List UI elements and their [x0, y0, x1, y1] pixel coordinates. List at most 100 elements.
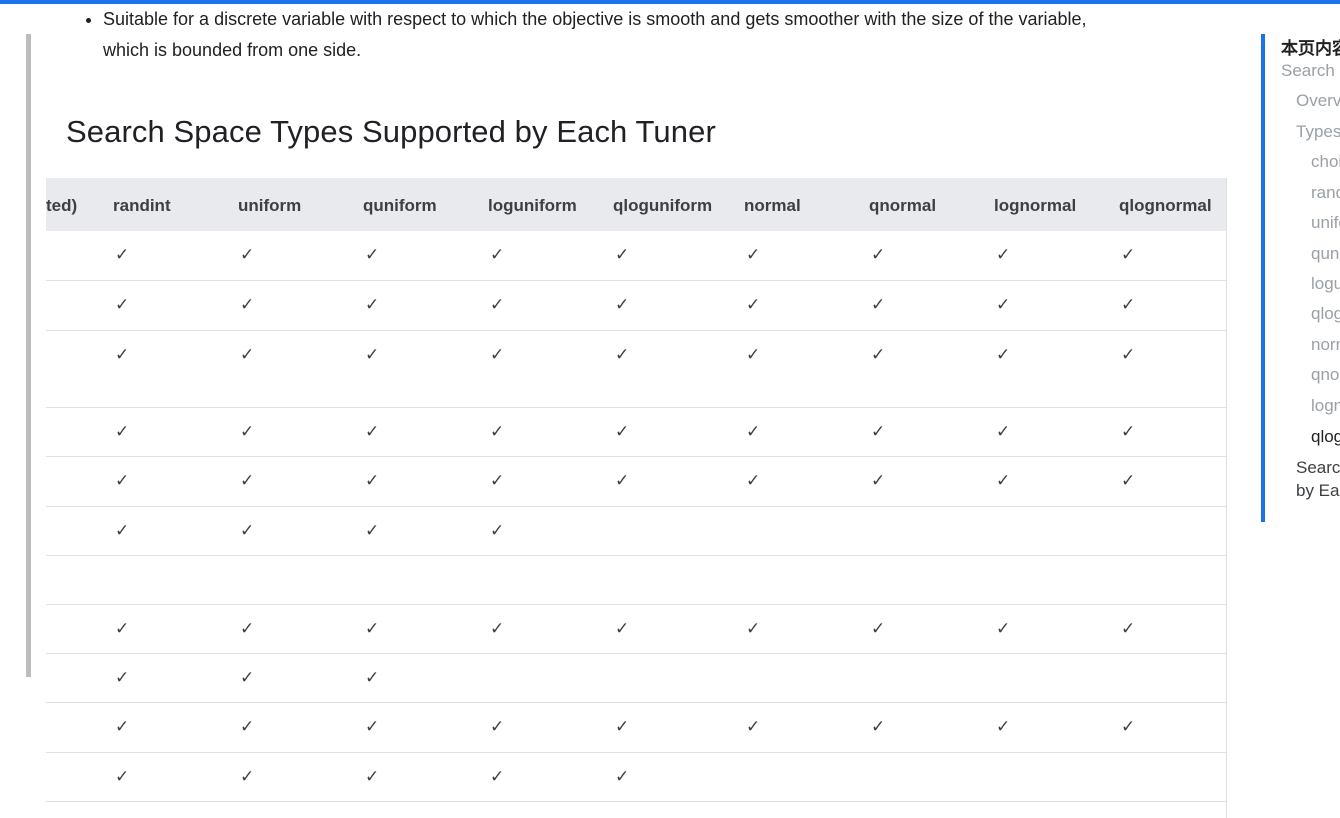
toc-item[interactable]: by Each Tuner: [1296, 481, 1340, 501]
check-mark-icon: ✓: [871, 245, 886, 265]
section-heading: Search Space Types Supported by Each Tun…: [66, 114, 716, 149]
check-mark-icon: ✓: [490, 520, 505, 541]
support-cell: [1119, 555, 1226, 605]
support-cell: ✓: [994, 456, 1119, 507]
tuner-support-table-container[interactable]: ted) randint uniform quniform loguniform qlog…: [46, 178, 1227, 818]
support-cell: ✓: [744, 231, 869, 281]
column-header-9: qlognormal: [1119, 178, 1226, 231]
content-scroll-indicator: [26, 34, 31, 677]
check-mark-icon: ✓: [490, 618, 505, 639]
support-cell: ✓: [613, 456, 744, 507]
check-mark-icon: ✓: [490, 716, 505, 737]
support-cell: [1119, 653, 1226, 703]
support-cell: ✓: [238, 604, 363, 654]
support-cell: ✓: [238, 702, 363, 753]
support-cell: ✓: [363, 604, 488, 654]
check-mark-icon: ✓: [240, 520, 255, 541]
column-header-label: quniform: [363, 195, 437, 215]
tuner-name-cell: [46, 604, 113, 654]
support-cell: ✓: [113, 653, 238, 703]
table-row: ✓ ✓ ✓ ✓ ✓ ✓ ✓ ✓ ✓: [46, 456, 1226, 507]
support-cell: ✓: [613, 702, 744, 753]
support-cell: ✓: [238, 506, 363, 556]
tuner-name-cell: [46, 555, 113, 605]
column-header-label: qloguniform: [613, 195, 713, 215]
support-cell: ✓: [744, 604, 869, 654]
column-header-1: randint: [113, 178, 238, 231]
toc-item[interactable]: uniform: [1311, 213, 1340, 233]
check-mark-icon: ✓: [115, 294, 130, 315]
column-header-2: uniform: [238, 178, 363, 231]
support-cell: [238, 555, 363, 605]
support-cell: [363, 555, 488, 605]
support-cell: ✓: [869, 604, 994, 654]
table-header-row: ted) randint uniform quniform loguniform qlog…: [46, 178, 1226, 231]
check-mark-icon: ✓: [615, 470, 630, 491]
check-mark-icon: ✓: [240, 294, 255, 315]
toc-item[interactable]: qloguniform: [1311, 304, 1340, 324]
table-row: ✓ ✓ ✓ ✓: [46, 506, 1226, 556]
column-header-7: qnormal: [869, 178, 994, 231]
column-header-5: qloguniform: [613, 178, 744, 231]
check-mark-icon: ✓: [1121, 421, 1136, 442]
support-cell: ✓: [363, 280, 488, 331]
support-cell: ✓: [613, 231, 744, 281]
support-cell: ✓: [994, 702, 1119, 753]
check-mark-icon: ✓: [615, 421, 630, 442]
intro-bullet-list: Suitable for a discrete variable with re…: [80, 4, 1233, 66]
support-cell: [994, 506, 1119, 556]
toc-item[interactable]: lognormal: [1311, 396, 1340, 416]
check-mark-icon: ✓: [871, 294, 886, 315]
toc-title: 本页内容: [1281, 39, 1340, 58]
support-cell: ✓: [1119, 330, 1226, 408]
check-mark-icon: ✓: [615, 618, 630, 639]
support-cell: ✓: [113, 231, 238, 281]
support-cell: [488, 653, 613, 703]
column-header-label: uniform: [238, 195, 302, 215]
support-cell: ✓: [1119, 604, 1226, 654]
check-mark-icon: ✓: [115, 520, 130, 541]
check-mark-icon: ✓: [365, 520, 380, 541]
column-header-label: qlognormal: [1119, 195, 1212, 215]
toc-item[interactable]: Search Space Types Supported: [1296, 458, 1340, 478]
support-cell: ✓: [363, 702, 488, 753]
toc-item[interactable]: normal: [1311, 335, 1340, 355]
support-cell: ✓: [613, 280, 744, 331]
support-cell: ✓: [113, 407, 238, 457]
toc-item[interactable]: Overview: [1296, 91, 1340, 111]
support-cell: ✓: [744, 280, 869, 331]
check-mark-icon: ✓: [240, 344, 255, 365]
support-cell: ✓: [869, 231, 994, 281]
support-cell: ✓: [869, 702, 994, 753]
support-cell: [994, 555, 1119, 605]
toc-item[interactable]: qlognormal: [1311, 427, 1340, 447]
support-cell: [488, 555, 613, 605]
toc-item[interactable]: qnormal: [1311, 365, 1340, 385]
check-mark-icon: ✓: [490, 344, 505, 365]
tuner-name-cell: [46, 407, 113, 457]
intro-bullet-line2: which is bounded from one side.: [103, 40, 362, 60]
support-cell: [869, 653, 994, 703]
toc-item[interactable]: choice: [1311, 152, 1340, 172]
check-mark-icon: ✓: [365, 421, 380, 442]
support-cell: ✓: [238, 456, 363, 507]
check-mark-icon: ✓: [365, 766, 380, 787]
toc-item[interactable]: Search Space: [1281, 61, 1340, 81]
support-cell: ✓: [238, 330, 363, 408]
check-mark-icon: ✓: [996, 716, 1011, 737]
toc-item[interactable]: Types: [1296, 122, 1340, 142]
support-cell: ✓: [488, 506, 613, 556]
column-header-label: normal: [744, 195, 801, 215]
column-header-label: loguniform: [488, 195, 577, 215]
check-mark-icon: ✓: [240, 766, 255, 787]
support-cell: ✓: [1119, 702, 1226, 753]
toc-item[interactable]: quniform: [1311, 244, 1340, 264]
check-mark-icon: ✓: [240, 470, 255, 491]
check-mark-icon: ✓: [746, 470, 761, 491]
check-mark-icon: ✓: [996, 618, 1011, 639]
toc-item[interactable]: randint: [1311, 183, 1340, 203]
tuner-name-cell: [46, 280, 113, 331]
support-cell: [869, 555, 994, 605]
toc-item[interactable]: loguniform: [1311, 274, 1340, 294]
column-header-8: lognormal: [994, 178, 1119, 231]
